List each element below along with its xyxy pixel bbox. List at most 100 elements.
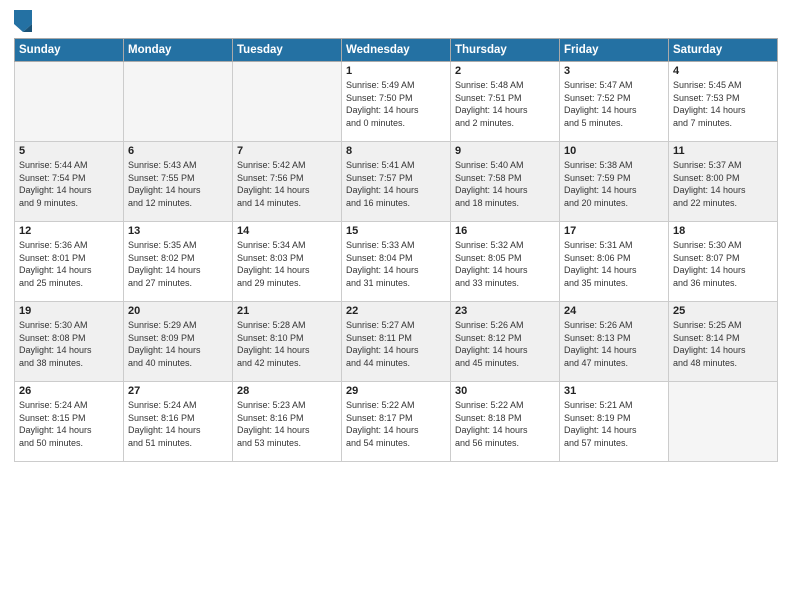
cell-info: Sunrise: 5:30 AMSunset: 8:08 PMDaylight:…: [19, 319, 119, 369]
calendar-cell: [15, 62, 124, 142]
calendar-cell: 4 Sunrise: 5:45 AMSunset: 7:53 PMDaylight…: [669, 62, 778, 142]
cell-info: Sunrise: 5:38 AMSunset: 7:59 PMDaylight:…: [564, 159, 664, 209]
calendar-week-row: 19 Sunrise: 5:30 AMSunset: 8:08 PMDayligh…: [15, 302, 778, 382]
day-number: 30: [455, 385, 555, 397]
calendar-cell: 24 Sunrise: 5:26 AMSunset: 8:13 PMDayligh…: [560, 302, 669, 382]
day-number: 25: [673, 305, 773, 317]
logo: [14, 10, 35, 32]
cell-info: Sunrise: 5:21 AMSunset: 8:19 PMDaylight:…: [564, 399, 664, 449]
cell-info: Sunrise: 5:32 AMSunset: 8:05 PMDaylight:…: [455, 239, 555, 289]
cell-info: Sunrise: 5:26 AMSunset: 8:12 PMDaylight:…: [455, 319, 555, 369]
calendar-cell: 29 Sunrise: 5:22 AMSunset: 8:17 PMDayligh…: [342, 382, 451, 462]
calendar-cell: 8Sunrise: 5:41 AMSunset: 7:57 PMDaylight…: [342, 142, 451, 222]
cell-info: Sunrise: 5:26 AMSunset: 8:13 PMDaylight:…: [564, 319, 664, 369]
day-number: 10: [564, 145, 664, 157]
cell-info: Sunrise: 5:34 AMSunset: 8:03 PMDaylight:…: [237, 239, 337, 289]
calendar-cell: 9 Sunrise: 5:40 AMSunset: 7:58 PMDaylight…: [451, 142, 560, 222]
day-number: 19: [19, 305, 119, 317]
day-number: 23: [455, 305, 555, 317]
weekday-header-tuesday: Tuesday: [233, 39, 342, 62]
day-number: 28: [237, 385, 337, 397]
calendar-cell: 13 Sunrise: 5:35 AMSunset: 8:02 PMDayligh…: [124, 222, 233, 302]
cell-info: Sunrise: 5:25 AMSunset: 8:14 PMDaylight:…: [673, 319, 773, 369]
cell-info: Sunrise: 5:45 AMSunset: 7:53 PMDaylight:…: [673, 79, 773, 129]
calendar-cell: 30 Sunrise: 5:22 AMSunset: 8:18 PMDayligh…: [451, 382, 560, 462]
day-number: 3: [564, 65, 664, 77]
weekday-header-saturday: Saturday: [669, 39, 778, 62]
calendar: SundayMondayTuesdayWednesdayThursdayFrid…: [14, 38, 778, 462]
cell-info: Sunrise: 5:49 AMSunset: 7:50 PMDaylight:…: [346, 79, 446, 129]
cell-info: Sunrise: 5:36 AMSunset: 8:01 PMDaylight:…: [19, 239, 119, 289]
logo-icon: [14, 10, 32, 32]
calendar-week-row: 1 Sunrise: 5:49 AMSunset: 7:50 PMDaylight…: [15, 62, 778, 142]
day-number: 14: [237, 225, 337, 237]
calendar-cell: [233, 62, 342, 142]
calendar-cell: 1 Sunrise: 5:49 AMSunset: 7:50 PMDaylight…: [342, 62, 451, 142]
calendar-cell: 22Sunrise: 5:27 AMSunset: 8:11 PMDayligh…: [342, 302, 451, 382]
calendar-week-row: 26 Sunrise: 5:24 AMSunset: 8:15 PMDayligh…: [15, 382, 778, 462]
calendar-cell: [669, 382, 778, 462]
day-number: 26: [19, 385, 119, 397]
cell-info: Sunrise: 5:28 AMSunset: 8:10 PMDaylight:…: [237, 319, 337, 369]
cell-info: Sunrise: 5:37 AMSunset: 8:00 PMDaylight:…: [673, 159, 773, 209]
day-number: 11: [673, 145, 773, 157]
cell-info: Sunrise: 5:40 AMSunset: 7:58 PMDaylight:…: [455, 159, 555, 209]
cell-info: Sunrise: 5:24 AMSunset: 8:16 PMDaylight:…: [128, 399, 228, 449]
day-number: 27: [128, 385, 228, 397]
calendar-cell: 16 Sunrise: 5:32 AMSunset: 8:05 PMDayligh…: [451, 222, 560, 302]
cell-info: Sunrise: 5:33 AMSunset: 8:04 PMDaylight:…: [346, 239, 446, 289]
calendar-cell: 3 Sunrise: 5:47 AMSunset: 7:52 PMDaylight…: [560, 62, 669, 142]
cell-info: Sunrise: 5:24 AMSunset: 8:15 PMDaylight:…: [19, 399, 119, 449]
cell-info: Sunrise: 5:41 AMSunset: 7:57 PMDaylight:…: [346, 159, 446, 209]
day-number: 16: [455, 225, 555, 237]
calendar-cell: 25 Sunrise: 5:25 AMSunset: 8:14 PMDayligh…: [669, 302, 778, 382]
calendar-cell: 27 Sunrise: 5:24 AMSunset: 8:16 PMDayligh…: [124, 382, 233, 462]
calendar-cell: 6 Sunrise: 5:43 AMSunset: 7:55 PMDaylight…: [124, 142, 233, 222]
day-number: 12: [19, 225, 119, 237]
cell-info: Sunrise: 5:35 AMSunset: 8:02 PMDaylight:…: [128, 239, 228, 289]
cell-info: Sunrise: 5:22 AMSunset: 8:18 PMDaylight:…: [455, 399, 555, 449]
day-number: 9: [455, 145, 555, 157]
calendar-cell: [124, 62, 233, 142]
day-number: 20: [128, 305, 228, 317]
calendar-cell: 2Sunrise: 5:48 AMSunset: 7:51 PMDaylight…: [451, 62, 560, 142]
calendar-cell: 20 Sunrise: 5:29 AMSunset: 8:09 PMDayligh…: [124, 302, 233, 382]
calendar-cell: 11 Sunrise: 5:37 AMSunset: 8:00 PMDayligh…: [669, 142, 778, 222]
weekday-header-monday: Monday: [124, 39, 233, 62]
cell-info: Sunrise: 5:23 AMSunset: 8:16 PMDaylight:…: [237, 399, 337, 449]
day-number: 18: [673, 225, 773, 237]
calendar-cell: 19 Sunrise: 5:30 AMSunset: 8:08 PMDayligh…: [15, 302, 124, 382]
cell-info: Sunrise: 5:27 AMSunset: 8:11 PMDaylight:…: [346, 319, 446, 369]
day-number: 6: [128, 145, 228, 157]
cell-info: Sunrise: 5:30 AMSunset: 8:07 PMDaylight:…: [673, 239, 773, 289]
cell-info: Sunrise: 5:43 AMSunset: 7:55 PMDaylight:…: [128, 159, 228, 209]
cell-info: Sunrise: 5:47 AMSunset: 7:52 PMDaylight:…: [564, 79, 664, 129]
day-number: 7: [237, 145, 337, 157]
calendar-cell: 31 Sunrise: 5:21 AMSunset: 8:19 PMDayligh…: [560, 382, 669, 462]
page: SundayMondayTuesdayWednesdayThursdayFrid…: [0, 0, 792, 612]
calendar-cell: 21 Sunrise: 5:28 AMSunset: 8:10 PMDayligh…: [233, 302, 342, 382]
day-number: 24: [564, 305, 664, 317]
day-number: 4: [673, 65, 773, 77]
cell-info: Sunrise: 5:22 AMSunset: 8:17 PMDaylight:…: [346, 399, 446, 449]
day-number: 15: [346, 225, 446, 237]
calendar-cell: 28 Sunrise: 5:23 AMSunset: 8:16 PMDayligh…: [233, 382, 342, 462]
day-number: 5: [19, 145, 119, 157]
day-number: 29: [346, 385, 446, 397]
day-number: 21: [237, 305, 337, 317]
cell-info: Sunrise: 5:44 AMSunset: 7:54 PMDaylight:…: [19, 159, 119, 209]
calendar-cell: 14 Sunrise: 5:34 AMSunset: 8:03 PMDayligh…: [233, 222, 342, 302]
cell-info: Sunrise: 5:29 AMSunset: 8:09 PMDaylight:…: [128, 319, 228, 369]
calendar-cell: 15 Sunrise: 5:33 AMSunset: 8:04 PMDayligh…: [342, 222, 451, 302]
day-number: 17: [564, 225, 664, 237]
day-number: 31: [564, 385, 664, 397]
header: [14, 10, 778, 32]
cell-info: Sunrise: 5:31 AMSunset: 8:06 PMDaylight:…: [564, 239, 664, 289]
calendar-cell: 12 Sunrise: 5:36 AMSunset: 8:01 PMDayligh…: [15, 222, 124, 302]
calendar-cell: 7Sunrise: 5:42 AMSunset: 7:56 PMDaylight…: [233, 142, 342, 222]
calendar-week-row: 5 Sunrise: 5:44 AMSunset: 7:54 PMDaylight…: [15, 142, 778, 222]
calendar-header-row: SundayMondayTuesdayWednesdayThursdayFrid…: [15, 39, 778, 62]
day-number: 13: [128, 225, 228, 237]
cell-info: Sunrise: 5:48 AMSunset: 7:51 PMDaylight:…: [455, 79, 555, 129]
day-number: 1: [346, 65, 446, 77]
